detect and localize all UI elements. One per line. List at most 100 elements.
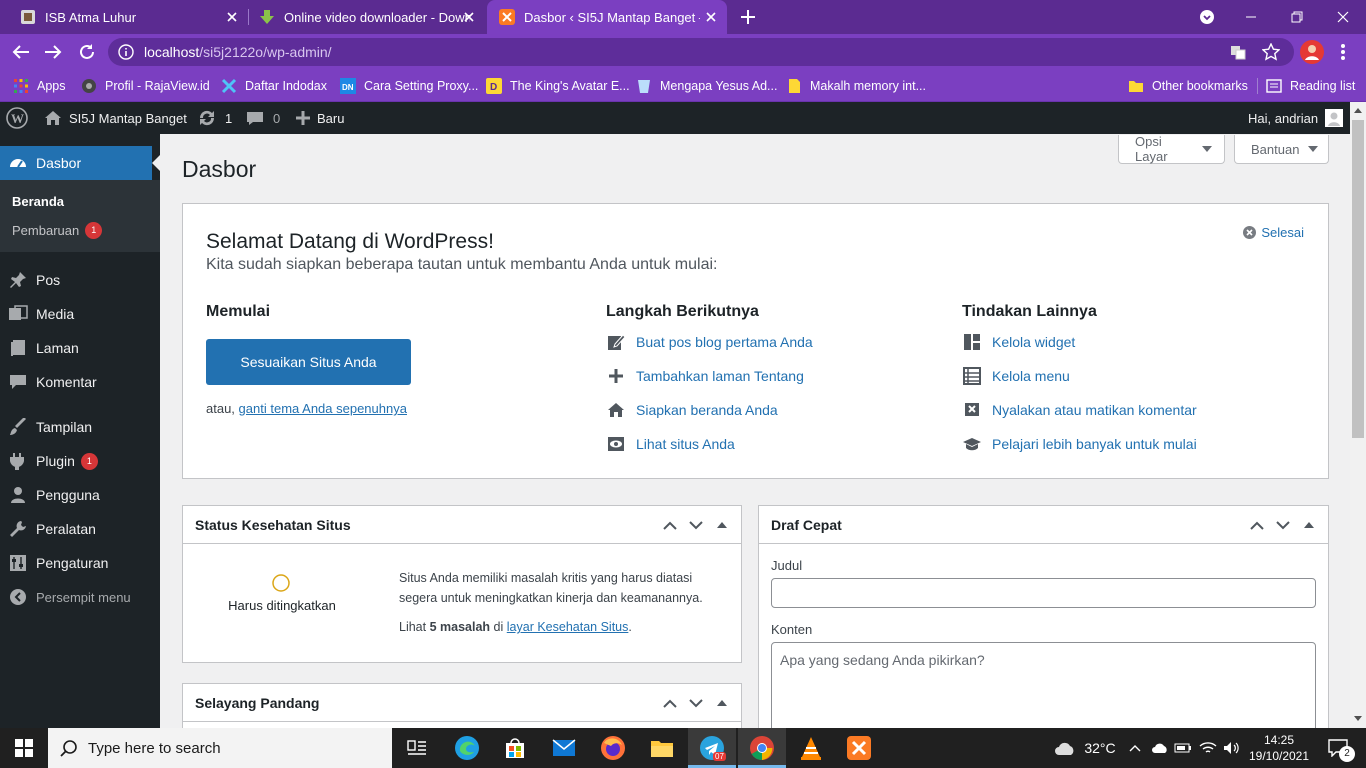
- updates-link[interactable]: 1: [197, 102, 232, 134]
- manage-widgets-link[interactable]: Kelola widget: [962, 332, 1075, 352]
- view-site-link[interactable]: Lihat situs Anda: [606, 434, 735, 454]
- browser-tab-1[interactable]: ISB Atma Luhur: [8, 0, 248, 34]
- sidebar-item-dashboard[interactable]: Dasbor: [0, 146, 152, 180]
- learn-more-link[interactable]: Pelajari lebih banyak untuk mulai: [962, 434, 1197, 454]
- other-bookmarks[interactable]: Other bookmarks: [1128, 70, 1248, 102]
- translate-icon[interactable]: [1230, 44, 1246, 60]
- site-name-link[interactable]: SI5J Mantap Banget: [44, 102, 187, 134]
- sidebar-item-laman[interactable]: Laman: [0, 331, 160, 365]
- telegram-icon[interactable]: 07: [688, 728, 736, 768]
- address-bar[interactable]: localhost/si5j2122o/wp-admin/: [108, 38, 1294, 66]
- customize-site-button[interactable]: Sesuaikan Situs Anda: [206, 339, 411, 385]
- microsoft-store-icon[interactable]: [492, 728, 538, 768]
- new-tab-icon[interactable]: [730, 0, 766, 34]
- help-button[interactable]: Bantuan: [1234, 135, 1329, 164]
- toggle-panel-icon[interactable]: [1296, 512, 1322, 538]
- close-tab-icon[interactable]: [703, 9, 719, 25]
- bookmark-kings-avatar[interactable]: D The King's Avatar E...: [486, 70, 630, 102]
- sidebar-item-pengguna[interactable]: Pengguna: [0, 478, 160, 512]
- submenu-updates[interactable]: Pembaruan 1: [12, 222, 103, 239]
- my-account-link[interactable]: Hai, andrian: [1248, 102, 1344, 134]
- xampp-icon[interactable]: [836, 728, 882, 768]
- task-view-icon[interactable]: [394, 728, 440, 768]
- restore-icon[interactable]: [1274, 0, 1320, 34]
- site-info-icon[interactable]: [118, 44, 134, 60]
- move-down-icon[interactable]: [683, 690, 709, 716]
- bookmark-apps[interactable]: Apps: [13, 70, 66, 102]
- windows-start-icon[interactable]: [0, 728, 48, 768]
- draft-content-textarea[interactable]: Apa yang sedang Anda pikirkan?: [771, 642, 1316, 728]
- close-tab-icon[interactable]: [461, 9, 477, 25]
- toggle-panel-icon[interactable]: [709, 690, 735, 716]
- sidebar-item-peralatan[interactable]: Peralatan: [0, 512, 160, 546]
- chevron-up-icon[interactable]: [1126, 728, 1144, 768]
- browser-tab-3-active[interactable]: Dasbor ‹ SI5J Mantap Banget — W: [487, 0, 727, 34]
- draft-title-input[interactable]: [771, 578, 1316, 608]
- bookmark-rajaview[interactable]: Profil - RajaView.id: [81, 70, 210, 102]
- bookmark-indodax[interactable]: Daftar Indodax: [221, 70, 327, 102]
- wifi-icon[interactable]: [1198, 728, 1218, 768]
- bookmark-makalh[interactable]: Makalh memory int...: [786, 70, 926, 102]
- toggle-panel-icon[interactable]: [709, 512, 735, 538]
- battery-icon[interactable]: [1173, 728, 1193, 768]
- wordpress-logo-icon[interactable]: W: [6, 102, 28, 134]
- page-scrollbar[interactable]: [1350, 102, 1366, 728]
- move-up-icon[interactable]: [657, 512, 683, 538]
- dismiss-x-icon: [1243, 226, 1257, 239]
- volume-icon[interactable]: [1222, 728, 1242, 768]
- sidebar-item-media[interactable]: Media: [0, 297, 160, 331]
- clock[interactable]: 14:25 19/10/2021: [1248, 732, 1310, 764]
- firefox-icon[interactable]: [590, 728, 636, 768]
- profile-avatar-icon[interactable]: [1300, 40, 1324, 64]
- weather-widget[interactable]: 32°C: [1050, 728, 1120, 768]
- scroll-up-icon[interactable]: [1354, 108, 1362, 113]
- back-icon[interactable]: [12, 44, 30, 60]
- comments-link[interactable]: 0: [246, 102, 280, 134]
- close-tab-icon[interactable]: [224, 9, 240, 25]
- dismiss-button[interactable]: Selesai: [1243, 225, 1304, 240]
- edge-browser-icon[interactable]: [444, 728, 490, 768]
- reading-list[interactable]: Reading list: [1266, 70, 1355, 102]
- move-up-icon[interactable]: [657, 690, 683, 716]
- search-placeholder: Type here to search: [88, 739, 221, 757]
- move-up-icon[interactable]: [1244, 512, 1270, 538]
- taskbar-search[interactable]: Type here to search: [48, 728, 392, 768]
- screen-options-button[interactable]: Opsi Layar: [1118, 134, 1225, 164]
- scroll-down-icon[interactable]: [1354, 716, 1362, 721]
- move-down-icon[interactable]: [1270, 512, 1296, 538]
- forward-icon[interactable]: [44, 44, 62, 60]
- mail-icon[interactable]: [541, 728, 587, 768]
- sidebar-item-pengaturan[interactable]: Pengaturan: [0, 546, 160, 580]
- bookmark-star-icon[interactable]: [1262, 43, 1280, 61]
- sidebar-item-tampilan[interactable]: Tampilan: [0, 410, 160, 444]
- menu-kebab-icon[interactable]: [1340, 43, 1346, 61]
- change-theme-link[interactable]: ganti tema Anda sepenuhnya: [239, 401, 407, 416]
- manage-menus-link[interactable]: Kelola menu: [962, 366, 1070, 386]
- toggle-comments-link[interactable]: Nyalakan atau matikan komentar: [962, 400, 1197, 420]
- site-health-link[interactable]: layar Kesehatan Situs: [507, 620, 629, 634]
- reload-icon[interactable]: [78, 43, 96, 61]
- submenu-home[interactable]: Beranda: [12, 194, 64, 209]
- chrome-icon[interactable]: [738, 728, 786, 768]
- setup-homepage-link[interactable]: Siapkan beranda Anda: [606, 400, 778, 420]
- add-about-page-link[interactable]: Tambahkan laman Tentang: [606, 366, 804, 386]
- tab-search-icon[interactable]: [1184, 0, 1230, 34]
- collapse-menu-button[interactable]: Persempit menu: [0, 580, 160, 614]
- wp-admin-bar: W SI5J Mantap Banget 1 0 Baru Hai, andri…: [0, 102, 1350, 134]
- move-down-icon[interactable]: [683, 512, 709, 538]
- sidebar-item-pos[interactable]: Pos: [0, 263, 160, 297]
- minimize-icon[interactable]: [1228, 0, 1274, 34]
- notification-center-icon[interactable]: 2: [1320, 728, 1356, 768]
- write-first-post-link[interactable]: Buat pos blog pertama Anda: [606, 332, 813, 352]
- bookmark-proxy[interactable]: DN Cara Setting Proxy...: [340, 70, 478, 102]
- sidebar-item-plugin[interactable]: Plugin 1: [0, 444, 160, 478]
- scrollbar-thumb[interactable]: [1352, 120, 1364, 438]
- bookmark-mengapa[interactable]: Mengapa Yesus Ad...: [636, 70, 777, 102]
- new-content-link[interactable]: Baru: [296, 102, 344, 134]
- vlc-icon[interactable]: [788, 728, 834, 768]
- file-explorer-icon[interactable]: [639, 728, 685, 768]
- browser-tab-2[interactable]: Online video downloader - Down: [249, 0, 485, 34]
- sidebar-item-komentar[interactable]: Komentar: [0, 365, 160, 399]
- onedrive-cloud-icon[interactable]: [1150, 728, 1170, 768]
- close-window-icon[interactable]: [1320, 0, 1366, 34]
